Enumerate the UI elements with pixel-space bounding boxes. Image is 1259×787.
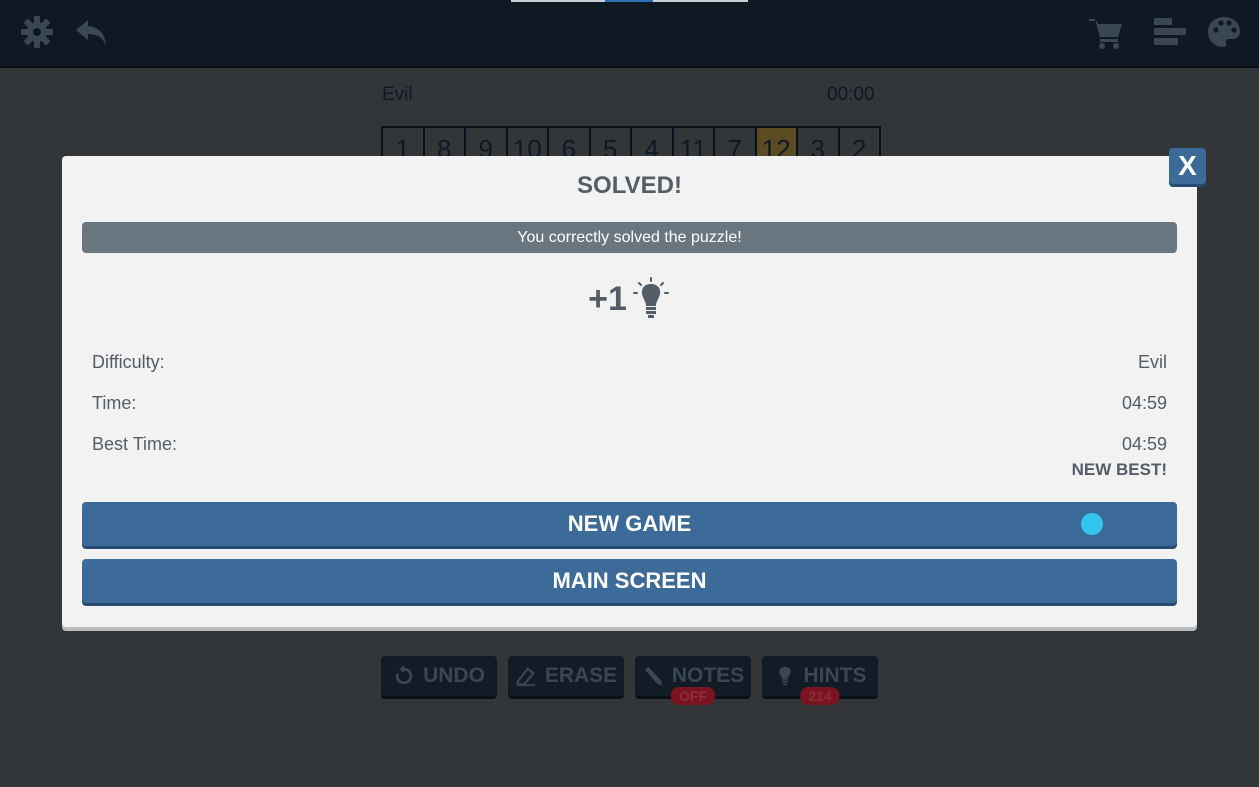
stats-bars-icon[interactable] — [1152, 14, 1188, 50]
difficulty-label: Evil — [382, 84, 413, 105]
stat-label: Best Time: — [92, 434, 178, 454]
eraser-icon — [516, 667, 535, 687]
tool-bar: UNDO ERASE NOTES OFF HINTS 214 — [381, 656, 878, 705]
dialog-title: SOLVED! — [577, 172, 682, 199]
timer: 00:00 — [827, 84, 875, 105]
close-button[interactable]: X — [1169, 148, 1206, 184]
hints-count-badge: 214 — [800, 687, 840, 705]
lightbulb-icon — [778, 666, 791, 686]
reward-amount: +1 — [588, 279, 627, 318]
notes-label: NOTES — [671, 664, 745, 687]
top-bar — [0, 0, 1259, 68]
notes-status-badge: OFF — [671, 687, 715, 705]
palette-icon[interactable] — [1206, 14, 1242, 50]
stat-label: Difficulty: — [92, 352, 165, 372]
stat-label: Time: — [92, 393, 137, 413]
pencil-icon — [644, 666, 662, 686]
reward: +1 — [62, 276, 1197, 322]
back-arrow-icon[interactable] — [73, 14, 109, 50]
new-game-button[interactable]: NEW GAME — [82, 502, 1177, 546]
solved-dialog: SOLVED! You correctly solved the puzzle!… — [62, 156, 1197, 627]
undo-icon — [395, 665, 413, 685]
hints-button[interactable]: HINTS 214 — [762, 656, 878, 705]
new-best-badge: NEW BEST! — [1071, 460, 1167, 479]
notes-button[interactable]: NOTES OFF — [635, 656, 751, 705]
erase-label: ERASE — [544, 664, 618, 687]
lightbulb-icon — [632, 277, 669, 318]
stat-value: 04:59 — [1121, 434, 1167, 454]
stat-value: 04:59 — [1121, 393, 1167, 413]
undo-button[interactable]: UNDO — [381, 656, 497, 696]
progress-line — [511, 0, 748, 2]
erase-button[interactable]: ERASE — [508, 656, 624, 696]
cart-icon[interactable] — [1088, 14, 1124, 50]
gear-icon[interactable] — [19, 14, 55, 50]
progress-segment — [605, 0, 653, 2]
touch-indicator — [1081, 513, 1103, 535]
undo-label: UNDO — [423, 664, 485, 687]
success-message: You correctly solved the puzzle! — [82, 222, 1177, 253]
stat-value: Evil — [1137, 352, 1167, 372]
main-screen-button[interactable]: MAIN SCREEN — [82, 559, 1177, 603]
hints-label: HINTS — [803, 664, 867, 687]
